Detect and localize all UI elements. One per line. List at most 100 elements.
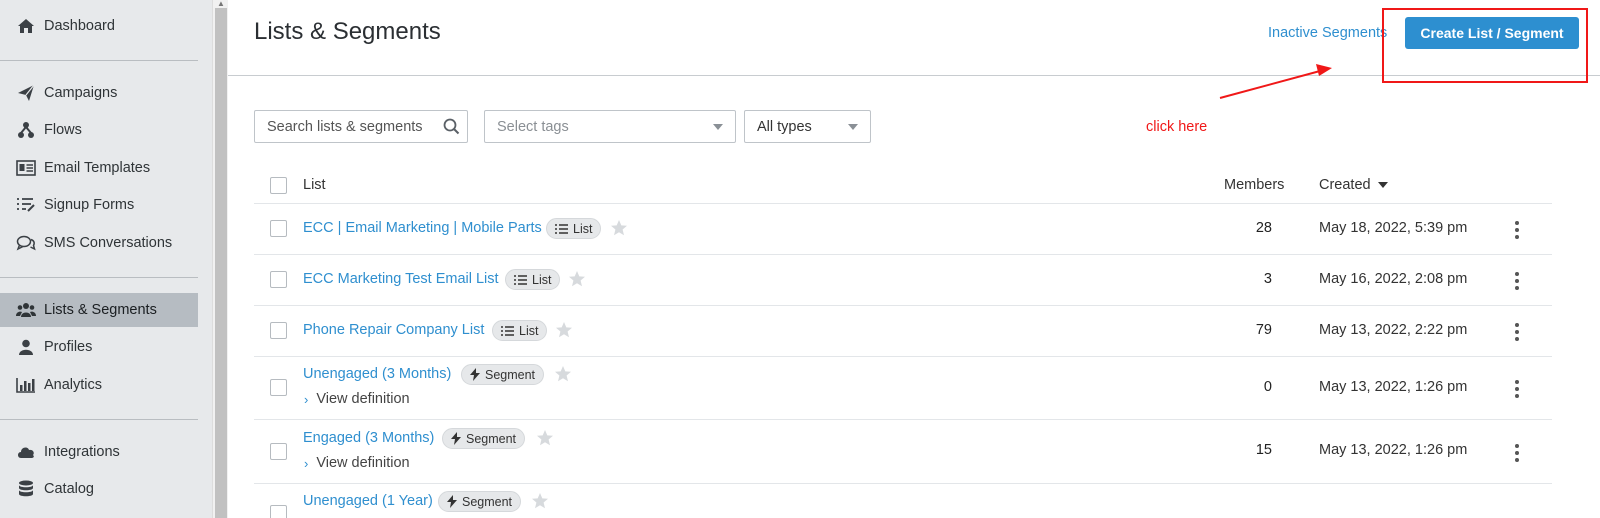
segment-name-link[interactable]: Unengaged (1 Year) bbox=[303, 493, 433, 509]
list-icon bbox=[514, 274, 527, 285]
chevron-right-icon: › bbox=[304, 391, 309, 407]
lightning-icon bbox=[447, 495, 457, 508]
row-checkbox[interactable] bbox=[270, 379, 287, 396]
list-name-link[interactable]: Phone Repair Company List bbox=[303, 322, 484, 338]
chevron-down-icon bbox=[848, 124, 858, 130]
sidebar: Dashboard Campaigns Flows Email Template… bbox=[0, 0, 212, 518]
sidebar-item-signup-forms[interactable]: Signup Forms bbox=[0, 188, 198, 222]
tags-select[interactable]: Select tags bbox=[484, 110, 736, 143]
type-badge-list: List bbox=[492, 320, 548, 341]
annotation-text: click here bbox=[1146, 119, 1208, 135]
type-badge-label: Segment bbox=[485, 367, 536, 382]
search-icon[interactable] bbox=[443, 118, 460, 138]
sidebar-item-catalog[interactable]: Catalog bbox=[0, 472, 198, 506]
view-definition-toggle[interactable]: › View definition bbox=[304, 391, 410, 407]
row-divider bbox=[254, 483, 1552, 484]
tags-select-value: Select tags bbox=[497, 118, 569, 135]
view-definition-label: View definition bbox=[316, 391, 410, 407]
row-checkbox[interactable] bbox=[270, 505, 287, 518]
sidebar-item-lists-segments[interactable]: Lists & Segments bbox=[0, 293, 198, 327]
view-definition-label: View definition bbox=[316, 455, 410, 471]
type-badge-label: Segment bbox=[462, 494, 513, 509]
row-actions-icon[interactable] bbox=[1514, 380, 1520, 398]
column-header-created-label: Created bbox=[1319, 177, 1371, 193]
type-badge-label: Segment bbox=[466, 431, 517, 446]
scroll-up-arrow-icon[interactable]: ▲ bbox=[216, 0, 226, 8]
view-definition-toggle[interactable]: › View definition bbox=[304, 455, 410, 471]
row-actions-icon[interactable] bbox=[1514, 221, 1520, 239]
types-select[interactable]: All types bbox=[744, 110, 871, 143]
sidebar-item-flows[interactable]: Flows bbox=[0, 113, 198, 147]
bar-chart-icon bbox=[16, 375, 36, 395]
created-date: May 13, 2022, 1:26 pm bbox=[1319, 379, 1468, 395]
list-icon bbox=[501, 325, 514, 336]
sidebar-item-label: Dashboard bbox=[44, 18, 115, 34]
sidebar-item-integrations[interactable]: Integrations bbox=[0, 435, 198, 469]
type-badge-list: List bbox=[505, 269, 561, 290]
sidebar-item-label: Integrations bbox=[44, 444, 120, 460]
email-template-icon bbox=[16, 158, 36, 178]
sidebar-item-label: Lists & Segments bbox=[44, 302, 157, 318]
cloud-icon bbox=[16, 442, 36, 462]
column-header-list[interactable]: List bbox=[303, 177, 326, 193]
star-icon[interactable] bbox=[554, 365, 572, 383]
sort-desc-icon bbox=[1377, 182, 1388, 189]
row-checkbox[interactable] bbox=[270, 271, 287, 288]
row-actions-icon[interactable] bbox=[1514, 272, 1520, 290]
sidebar-item-label: Signup Forms bbox=[44, 197, 135, 213]
created-date: May 13, 2022, 1:26 pm bbox=[1319, 442, 1468, 458]
members-count: 0 bbox=[1263, 379, 1272, 395]
star-icon[interactable] bbox=[536, 429, 554, 447]
home-icon bbox=[16, 16, 36, 36]
annotation-highlight-box bbox=[1382, 8, 1588, 83]
sidebar-item-analytics[interactable]: Analytics bbox=[0, 368, 198, 402]
sidebar-item-campaigns[interactable]: Campaigns bbox=[0, 76, 198, 110]
segment-name-link[interactable]: Unengaged (3 Months) bbox=[303, 366, 451, 382]
row-checkbox[interactable] bbox=[270, 322, 287, 339]
row-divider bbox=[254, 356, 1552, 357]
sidebar-item-sms-conversations[interactable]: SMS Conversations bbox=[0, 226, 198, 260]
row-divider bbox=[254, 203, 1552, 204]
inactive-segments-link[interactable]: Inactive Segments bbox=[1268, 25, 1387, 41]
row-actions-icon[interactable] bbox=[1514, 323, 1520, 341]
sidebar-item-label: Analytics bbox=[44, 377, 103, 393]
sidebar-item-label: Flows bbox=[44, 122, 82, 138]
search-field[interactable] bbox=[254, 110, 468, 143]
sidebar-item-email-templates[interactable]: Email Templates bbox=[0, 151, 198, 185]
members-count: 28 bbox=[1255, 220, 1272, 236]
types-select-value: All types bbox=[757, 118, 812, 135]
sidebar-item-profiles[interactable]: Profiles bbox=[0, 330, 198, 364]
users-icon bbox=[16, 300, 36, 320]
row-checkbox[interactable] bbox=[270, 220, 287, 237]
paper-plane-icon bbox=[16, 83, 36, 103]
star-icon[interactable] bbox=[531, 492, 549, 510]
chat-icon bbox=[16, 233, 36, 253]
scroll-thumb[interactable] bbox=[215, 8, 227, 518]
row-checkbox[interactable] bbox=[270, 443, 287, 460]
star-icon[interactable] bbox=[568, 270, 586, 288]
sidebar-scrollbar[interactable]: ▲ bbox=[212, 0, 228, 518]
select-all-checkbox[interactable] bbox=[270, 177, 287, 194]
sidebar-item-label: Catalog bbox=[44, 481, 94, 497]
sidebar-divider bbox=[0, 419, 198, 420]
star-icon[interactable] bbox=[555, 321, 573, 339]
column-header-members[interactable]: Members bbox=[1224, 177, 1284, 193]
list-name-link[interactable]: ECC Marketing Test Email List bbox=[303, 271, 499, 287]
row-divider bbox=[254, 254, 1552, 255]
type-badge-segment: Segment bbox=[442, 428, 526, 449]
column-header-created[interactable]: Created bbox=[1319, 177, 1388, 193]
list-name-link[interactable]: ECC | Email Marketing | Mobile Parts bbox=[303, 220, 542, 236]
created-date: May 13, 2022, 2:22 pm bbox=[1319, 322, 1468, 338]
search-input[interactable] bbox=[267, 118, 437, 135]
row-actions-icon[interactable] bbox=[1514, 444, 1520, 462]
sidebar-divider bbox=[0, 60, 198, 61]
members-count: 79 bbox=[1255, 322, 1272, 338]
segment-name-link[interactable]: Engaged (3 Months) bbox=[303, 430, 434, 446]
type-badge-segment: Segment bbox=[461, 364, 545, 385]
main-content: Lists & Segments Inactive Segments Creat… bbox=[228, 0, 1600, 518]
members-count: 3 bbox=[1263, 271, 1272, 287]
sidebar-item-dashboard[interactable]: Dashboard bbox=[0, 9, 198, 43]
star-icon[interactable] bbox=[610, 219, 628, 237]
list-icon bbox=[555, 223, 568, 234]
database-icon bbox=[16, 479, 36, 499]
